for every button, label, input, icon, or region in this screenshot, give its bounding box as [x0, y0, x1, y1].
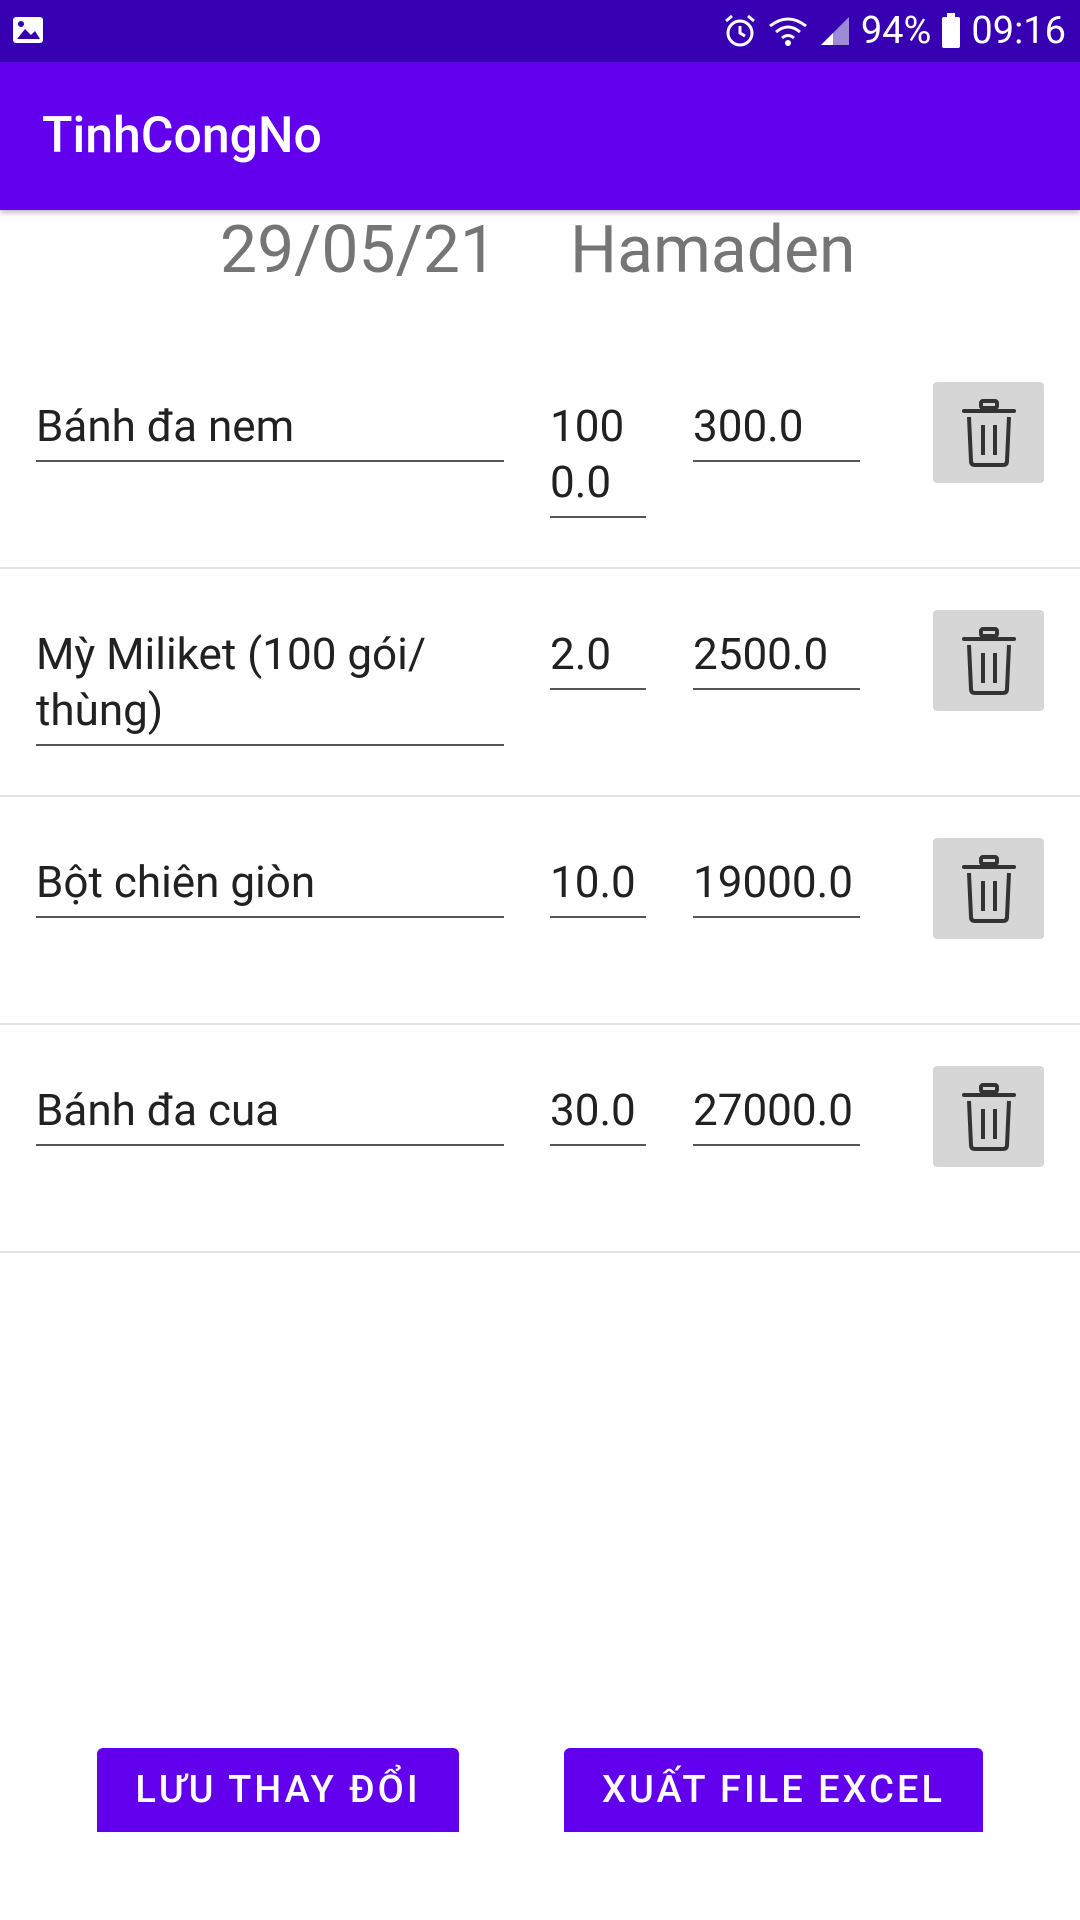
- wifi-icon: [768, 17, 807, 46]
- trash-icon: [961, 626, 1016, 695]
- item-price-input[interactable]: 27000.0: [693, 1082, 860, 1146]
- trash-icon: [961, 1082, 1016, 1151]
- list-item: Bánh đa nem 1000.0 300.0: [0, 341, 1080, 569]
- item-quantity-input[interactable]: 30.0: [550, 1082, 646, 1146]
- clock: 09:16: [971, 9, 1066, 53]
- delete-button[interactable]: [933, 610, 1044, 711]
- delete-button[interactable]: [933, 382, 1044, 483]
- item-price-input[interactable]: 2500.0: [693, 626, 860, 690]
- export-excel-button[interactable]: XUẤT FILE EXCEL: [564, 1748, 983, 1832]
- item-name-input[interactable]: Bột chiên giòn: [36, 854, 504, 918]
- image-icon: [13, 17, 43, 43]
- delete-button[interactable]: [933, 838, 1044, 939]
- app-bar: TinhCongNo: [0, 62, 1080, 210]
- item-name-input[interactable]: Bánh đa cua: [36, 1082, 504, 1146]
- save-changes-button[interactable]: LƯU THAY ĐỔI: [97, 1748, 459, 1832]
- list-item: Bột chiên giòn 10.0 19000.0: [0, 797, 1080, 1025]
- battery-icon: [942, 13, 961, 48]
- app-title: TinhCongNo: [42, 107, 322, 165]
- trash-icon: [961, 854, 1016, 923]
- header-date: 29/05/21: [220, 212, 498, 289]
- status-bar: 94% 09:16: [0, 0, 1080, 62]
- delete-button[interactable]: [933, 1066, 1044, 1167]
- item-name-input[interactable]: Bánh đa nem: [36, 398, 504, 462]
- battery-percent: 94%: [860, 9, 932, 53]
- alarm-icon: [724, 14, 755, 47]
- header-supplier: Hamaden: [570, 212, 856, 289]
- item-name-input[interactable]: Mỳ Miliket (100 gói/ thùng): [36, 626, 504, 746]
- item-price-input[interactable]: 300.0: [693, 398, 860, 462]
- list-item: Bánh đa cua 30.0 27000.0: [0, 1025, 1080, 1253]
- item-quantity-input[interactable]: 1000.0: [550, 398, 646, 518]
- signal-icon: [820, 17, 849, 45]
- list-item: Mỳ Miliket (100 gói/ thùng) 2.0 2500.0: [0, 569, 1080, 797]
- item-price-input[interactable]: 19000.0: [693, 854, 860, 918]
- item-quantity-input[interactable]: 10.0: [550, 854, 646, 918]
- item-quantity-input[interactable]: 2.0: [550, 626, 646, 690]
- trash-icon: [961, 398, 1016, 467]
